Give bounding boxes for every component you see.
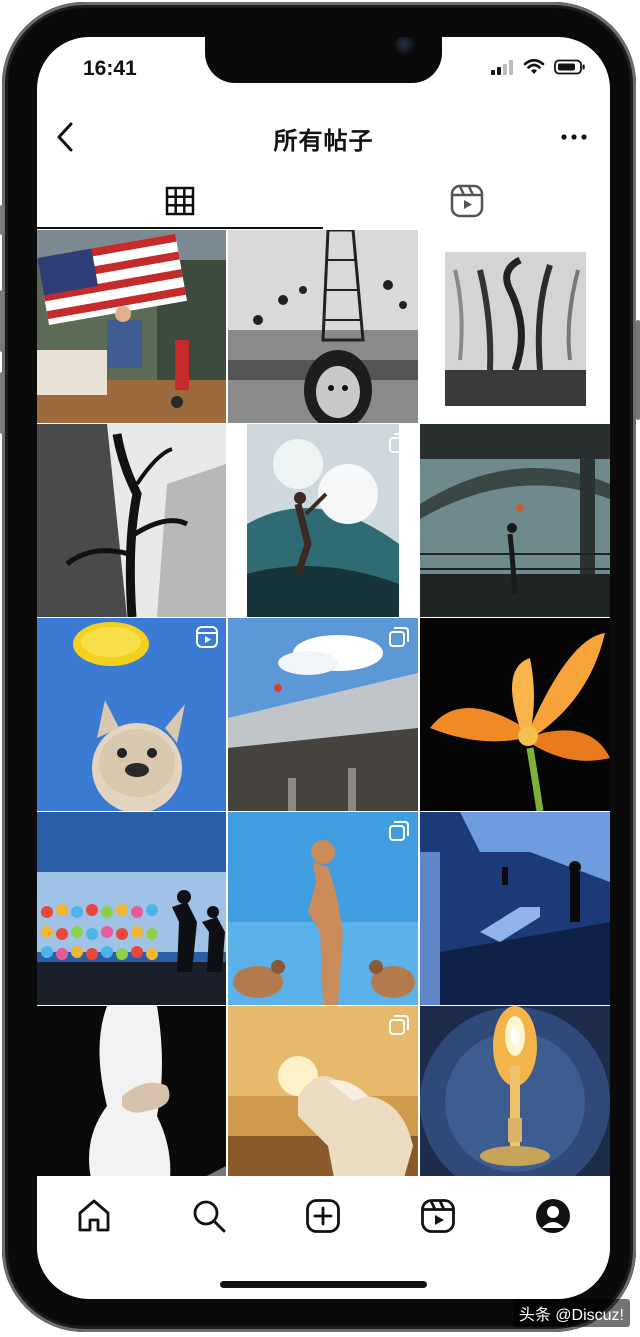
header: 所有帖子 (37, 117, 610, 157)
home-icon (78, 1199, 110, 1232)
screen: 16:41 所有帖子 (37, 37, 610, 1299)
post-tile[interactable] (228, 618, 418, 811)
photo-stairs-shadow (420, 812, 610, 1005)
reels-icon (450, 184, 484, 218)
photo-flag-porch (37, 230, 226, 423)
nav-profile[interactable] (531, 1194, 575, 1238)
nav-search[interactable] (187, 1194, 231, 1238)
post-tile[interactable] (420, 1006, 610, 1199)
tab-reels[interactable] (324, 173, 610, 229)
posts-grid (37, 230, 610, 1199)
content-tabs (37, 173, 610, 229)
reels-nav-icon (421, 1199, 455, 1233)
signal-icon (491, 60, 513, 75)
home-indicator (220, 1281, 427, 1288)
post-tile[interactable] (37, 1006, 226, 1199)
side-button (636, 320, 640, 420)
photo-bridge-basketball (420, 424, 610, 617)
watermark: 头条 @Discuz! (512, 1299, 630, 1327)
notch (205, 37, 442, 83)
wifi-icon (523, 59, 545, 74)
post-tile[interactable] (37, 230, 226, 423)
post-tile[interactable] (228, 812, 418, 1005)
post-tile[interactable] (420, 812, 610, 1005)
more-options-button[interactable] (558, 125, 590, 149)
bottom-nav (37, 1176, 610, 1266)
photo-foggy-trees (420, 230, 610, 423)
post-tile[interactable] (228, 230, 418, 423)
nav-create[interactable] (301, 1194, 345, 1238)
create-icon (306, 1199, 341, 1233)
post-tile[interactable] (37, 812, 226, 1005)
battery-icon (554, 59, 585, 75)
multiple-photos-icon (389, 1015, 409, 1035)
reel-badge-icon (196, 626, 218, 648)
multiple-photos-icon (389, 433, 409, 453)
photo-candle-book (420, 1006, 610, 1199)
post-tile[interactable] (420, 230, 610, 423)
post-tile[interactable] (228, 1006, 418, 1199)
tab-posts-grid[interactable] (37, 173, 323, 229)
status-icons (490, 59, 586, 75)
photo-lanterns-silhouettes (37, 812, 226, 1005)
post-tile[interactable] (420, 618, 610, 811)
side-button (0, 205, 4, 235)
camera (395, 37, 415, 55)
page-title: 所有帖子 (273, 128, 374, 155)
multiple-photos-icon (389, 821, 409, 841)
post-tile[interactable] (420, 424, 610, 617)
post-tile[interactable] (228, 424, 418, 617)
photo-orange-lily (420, 618, 610, 811)
post-tile[interactable] (37, 618, 226, 811)
search-icon (193, 1200, 226, 1233)
photo-tree-skyscrapers (37, 424, 226, 617)
multiple-photos-icon (389, 627, 409, 647)
side-button (0, 290, 4, 352)
more-icon (561, 134, 587, 140)
photo-swing-ride (228, 230, 418, 423)
grid-icon (165, 186, 195, 216)
side-button (0, 372, 4, 434)
post-tile[interactable] (37, 424, 226, 617)
profile-icon (535, 1199, 570, 1233)
nav-home[interactable] (72, 1194, 116, 1238)
photo-hand-shadow (37, 1006, 226, 1199)
nav-reels[interactable] (416, 1194, 460, 1238)
status-time: 16:41 (83, 57, 137, 80)
